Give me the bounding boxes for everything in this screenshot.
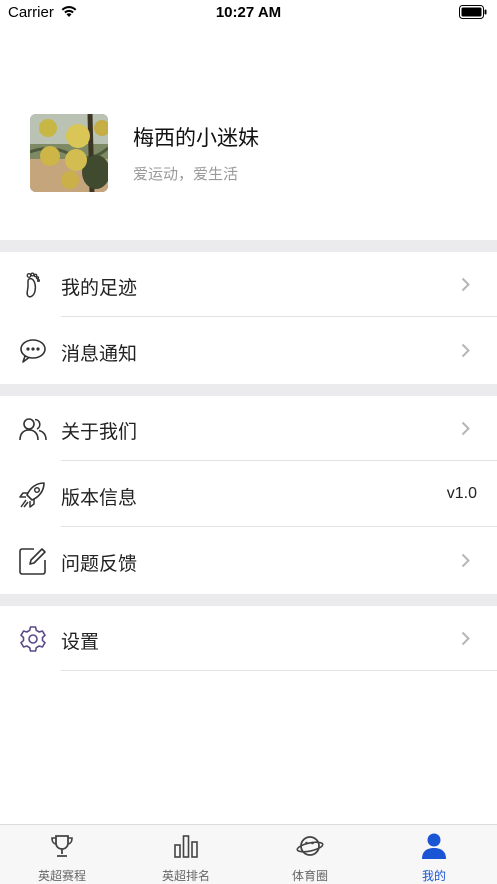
profile-header: 梅西的小迷妹 爱运动，爱生活 xyxy=(0,26,497,240)
battery-icon xyxy=(459,5,487,19)
tab-mine[interactable]: 我的 xyxy=(372,825,496,884)
row-divider xyxy=(61,670,497,671)
user-motto: 爱运动，爱生活 xyxy=(133,166,239,183)
tab-label: 体育圈 xyxy=(291,869,328,883)
tab-sports-circle[interactable]: 体育圈 xyxy=(248,825,372,884)
username: 梅西的小迷妹 xyxy=(133,127,259,150)
menu-item-label: 设置 xyxy=(61,632,100,653)
tab-label: 我的 xyxy=(421,869,446,883)
version-value: v1.0 xyxy=(446,485,477,502)
chevron-right-icon xyxy=(461,421,470,436)
planet-icon xyxy=(296,836,324,856)
tab-schedule[interactable]: 英超赛程 xyxy=(0,825,124,884)
footprint-icon xyxy=(26,272,41,298)
menu-item-label: 版本信息 xyxy=(61,488,138,509)
chat-bubble-icon xyxy=(20,339,46,363)
menu-item-footprints[interactable]: 我的足迹 xyxy=(0,252,497,317)
rocket-icon xyxy=(19,482,45,508)
tab-ranking[interactable]: 英超排名 xyxy=(124,825,248,884)
chevron-right-icon xyxy=(461,631,470,646)
chevron-right-icon xyxy=(461,343,470,358)
trophy-icon xyxy=(51,835,73,857)
row-divider xyxy=(61,460,497,461)
row-divider xyxy=(61,526,497,527)
menu-item-version[interactable]: 版本信息 v1.0 xyxy=(0,462,497,527)
menu-item-about[interactable]: 关于我们 xyxy=(0,396,497,461)
avatar[interactable] xyxy=(30,114,108,192)
menu-item-label: 我的足迹 xyxy=(61,278,138,299)
chevron-right-icon xyxy=(461,277,470,292)
tab-label: 英超赛程 xyxy=(37,869,86,883)
bar-chart-icon xyxy=(174,835,198,858)
menu-item-label: 消息通知 xyxy=(61,344,138,365)
avatar-image xyxy=(30,114,108,192)
user-icon xyxy=(422,833,446,859)
row-divider xyxy=(61,316,497,317)
gear-icon xyxy=(20,626,46,652)
clock: 10:27 AM xyxy=(215,4,282,21)
menu-item-settings[interactable]: 设置 xyxy=(0,606,497,671)
menu-item-label: 问题反馈 xyxy=(61,554,138,575)
tab-bar: 英超赛程 英超排名 体育圈 我的 xyxy=(0,824,497,884)
section-divider xyxy=(0,384,497,396)
users-icon xyxy=(19,418,47,441)
chevron-right-icon xyxy=(461,553,470,568)
section-divider xyxy=(0,240,497,252)
edit-icon xyxy=(19,548,46,575)
menu-item-label: 关于我们 xyxy=(61,422,138,443)
tab-label: 英超排名 xyxy=(161,869,210,883)
status-bar: Carrier 10:27 AM xyxy=(0,0,497,26)
section-divider xyxy=(0,594,497,606)
menu-item-notifications[interactable]: 消息通知 xyxy=(0,318,497,383)
menu-item-feedback[interactable]: 问题反馈 xyxy=(0,528,497,593)
